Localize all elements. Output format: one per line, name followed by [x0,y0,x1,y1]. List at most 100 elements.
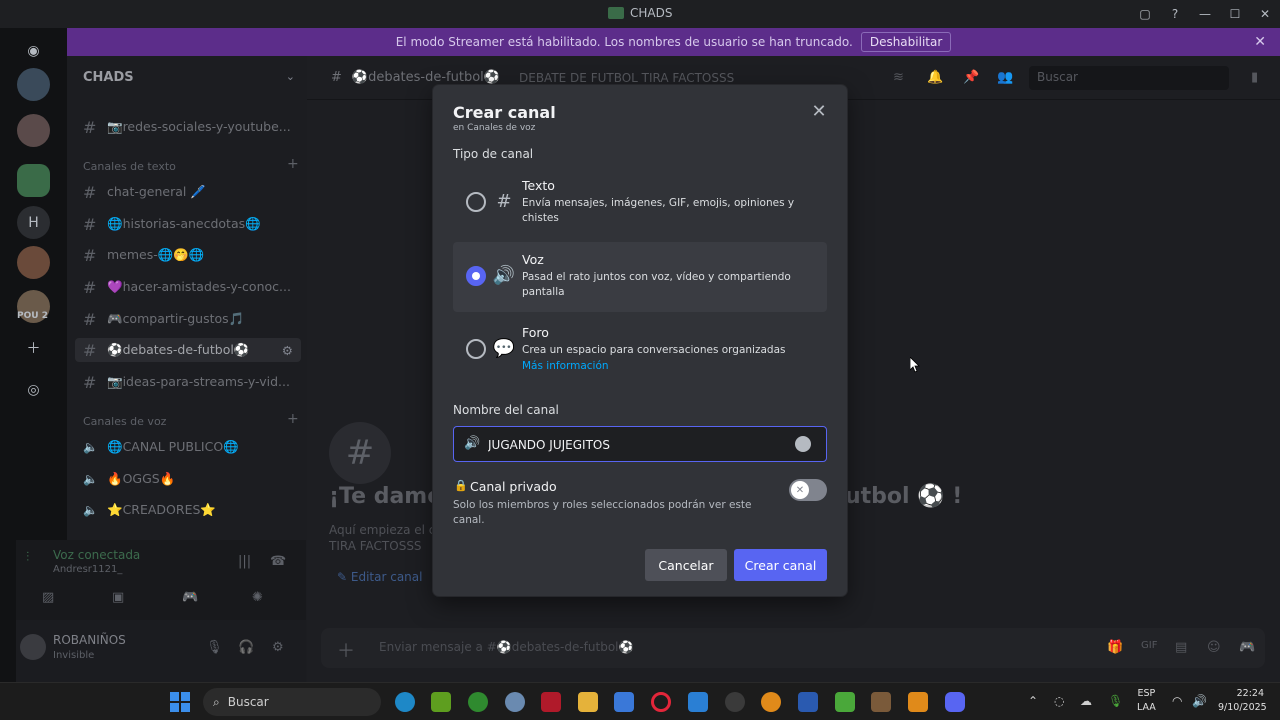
nvidia-icon[interactable] [431,692,451,712]
radio-text[interactable] [466,192,486,212]
add-channel-icon[interactable]: + [287,156,299,172]
search-input[interactable]: Buscar [1029,66,1229,90]
screen-share-icon[interactable]: ▣ [112,590,124,605]
category-voice[interactable]: Canales de voz [83,415,166,428]
explore-icon[interactable]: ◎ [17,373,50,406]
discord-taskbar-icon[interactable] [945,692,965,712]
soundboard-icon[interactable]: ||| [238,554,251,569]
help-icon[interactable]: ? [1160,0,1190,28]
server-icon-h[interactable]: H [17,206,50,239]
category-text[interactable]: Canales de texto [83,160,176,173]
channel-item[interactable]: # 🎮compartir-gustos🎵 [83,307,303,331]
server-icon-1[interactable] [17,68,50,101]
server-icon-chads[interactable] [17,164,50,197]
voice-channel-item[interactable]: 🔈 🌐CANAL PUBLICO🌐 [83,435,303,459]
red-app-icon[interactable] [541,692,561,712]
settings-app-icon[interactable] [505,692,525,712]
inbox-icon[interactable]: ▮ [1251,70,1258,85]
sticker-icon[interactable]: ▤ [1175,640,1187,655]
minecraft-icon[interactable] [835,692,855,712]
maximize-button[interactable]: ☐ [1220,0,1250,28]
channel-item[interactable]: # 📷redes-sociales-y-youtube... [83,115,303,139]
gif-icon[interactable]: GIF [1141,640,1157,651]
radio-voice[interactable] [466,266,486,286]
channel-item[interactable]: # 💜hacer-amistades-y-conoc... [83,275,303,299]
voice-channel-item[interactable]: 🔈 ⭐CREADORES⭐ [83,498,303,522]
input-language[interactable]: ESP LAA [1137,687,1156,715]
channel-item[interactable]: # 🌐historias-anecdotas🌐 [83,212,303,236]
fl-studio-icon[interactable] [908,692,928,712]
soundboard-button-icon[interactable]: ✺ [252,590,263,605]
channel-type-option-text[interactable]: # Texto Envía mensajes, imágenes, GIF, e… [453,168,827,238]
attach-plus-icon[interactable]: ＋ [337,637,355,663]
volume-icon[interactable]: 🔊 [1192,694,1207,708]
opera-icon[interactable] [651,692,671,712]
chevron-down-icon[interactable]: ⌄ [286,70,295,83]
cube-app-icon[interactable] [798,692,818,712]
disable-streamer-button[interactable]: Deshabilitar [860,32,952,52]
create-channel-button[interactable]: Crear canal [734,549,827,581]
tray-cloud-icon[interactable]: ☁ [1080,694,1092,708]
microphone-icon[interactable]: 🎙 [206,640,223,655]
username[interactable]: ROBANIÑOS [53,633,126,647]
store-icon[interactable] [614,692,634,712]
channel-type-option-forum[interactable]: 💬 Foro Crea un espacio para conversacion… [453,315,827,385]
bell-icon[interactable]: 🔔 [927,70,943,85]
gift-icon[interactable]: 🎁 [1107,640,1123,655]
camera-off-icon[interactable]: ▨ [42,590,54,605]
blender-icon[interactable] [761,692,781,712]
emoji-picker-icon[interactable] [795,436,811,452]
headphones-icon[interactable]: 🎧 [238,640,254,655]
windows-start-icon[interactable] [170,692,190,712]
cancel-button[interactable]: Cancelar [645,549,727,581]
taskbar-search[interactable]: ⌕ Buscar [203,688,381,716]
message-composer[interactable]: ＋ Enviar mensaje a #⚽debates-de-futbol⚽ … [321,628,1265,668]
close-button[interactable]: ✕ [1250,0,1280,28]
chrome-like-icon[interactable] [725,692,745,712]
channel-item[interactable]: # memes-🌐🤭🌐 [83,243,303,267]
minecraft-grass-icon[interactable] [871,692,891,712]
voice-channel-item[interactable]: 🔈 🔥OGGS🔥 [83,467,303,491]
file-explorer-icon[interactable] [578,692,598,712]
edge-icon[interactable] [395,692,415,712]
activity-icon[interactable]: 🎮 [182,590,198,605]
apps-icon[interactable]: 🎮 [1239,640,1255,655]
wifi-icon[interactable]: ◠ [1172,694,1182,708]
avatar[interactable] [20,634,46,660]
threads-icon[interactable]: ≋ [893,70,904,85]
home-discord-icon[interactable]: ◉ [17,34,50,67]
welcome-hash-icon: # [329,422,391,484]
clock[interactable]: 22:24 9/10/2025 [1218,687,1267,715]
channel-label: ⚽debates-de-futbol⚽ [107,342,250,357]
channel-type-option-voice[interactable]: 🔊 Voz Pasad el rato juntos con voz, víde… [453,242,827,312]
pin-icon[interactable]: 📌 [963,70,979,85]
close-icon[interactable]: ✕ [809,101,829,122]
close-banner-icon[interactable]: ✕ [1254,34,1266,50]
radio-forum[interactable] [466,339,486,359]
channel-item-active[interactable]: # ⚽debates-de-futbol⚽ ⚙ [75,338,301,362]
vscode-icon[interactable] [688,692,708,712]
more-info-link[interactable]: Más información [522,360,609,372]
tray-chevron-up-icon[interactable]: ⌃ [1028,694,1038,708]
channel-name-input[interactable] [488,435,788,455]
server-icon-3[interactable] [17,246,50,279]
gear-icon[interactable]: ⚙ [272,640,284,655]
channel-item[interactable]: # chat-general 🖊️ [83,180,303,204]
channel-name-field[interactable]: 🔊 [453,426,827,462]
disconnect-icon[interactable]: ☎ [270,554,286,569]
add-voice-channel-icon[interactable]: + [287,411,299,427]
tray-mic-icon[interactable]: 🎙 [1108,694,1123,708]
server-name[interactable]: CHADS [83,70,134,85]
settings-icon[interactable]: ⚙ [282,343,293,358]
members-icon[interactable]: 👥 [997,70,1013,85]
add-server-icon[interactable]: ＋ [17,331,50,364]
channel-item[interactable]: # 📷ideas-para-streams-y-vid... [83,370,303,394]
inbox-icon[interactable]: ▢ [1130,0,1160,28]
private-channel-toggle[interactable]: ✕ [789,479,827,501]
minimize-button[interactable]: — [1190,0,1220,28]
xbox-icon[interactable] [468,692,488,712]
emoji-icon[interactable]: ☺ [1207,640,1221,655]
tray-app-icon[interactable]: ◌ [1054,694,1064,708]
edit-channel-link[interactable]: ✎ Editar canal [337,570,422,584]
server-icon-2[interactable] [17,114,50,147]
